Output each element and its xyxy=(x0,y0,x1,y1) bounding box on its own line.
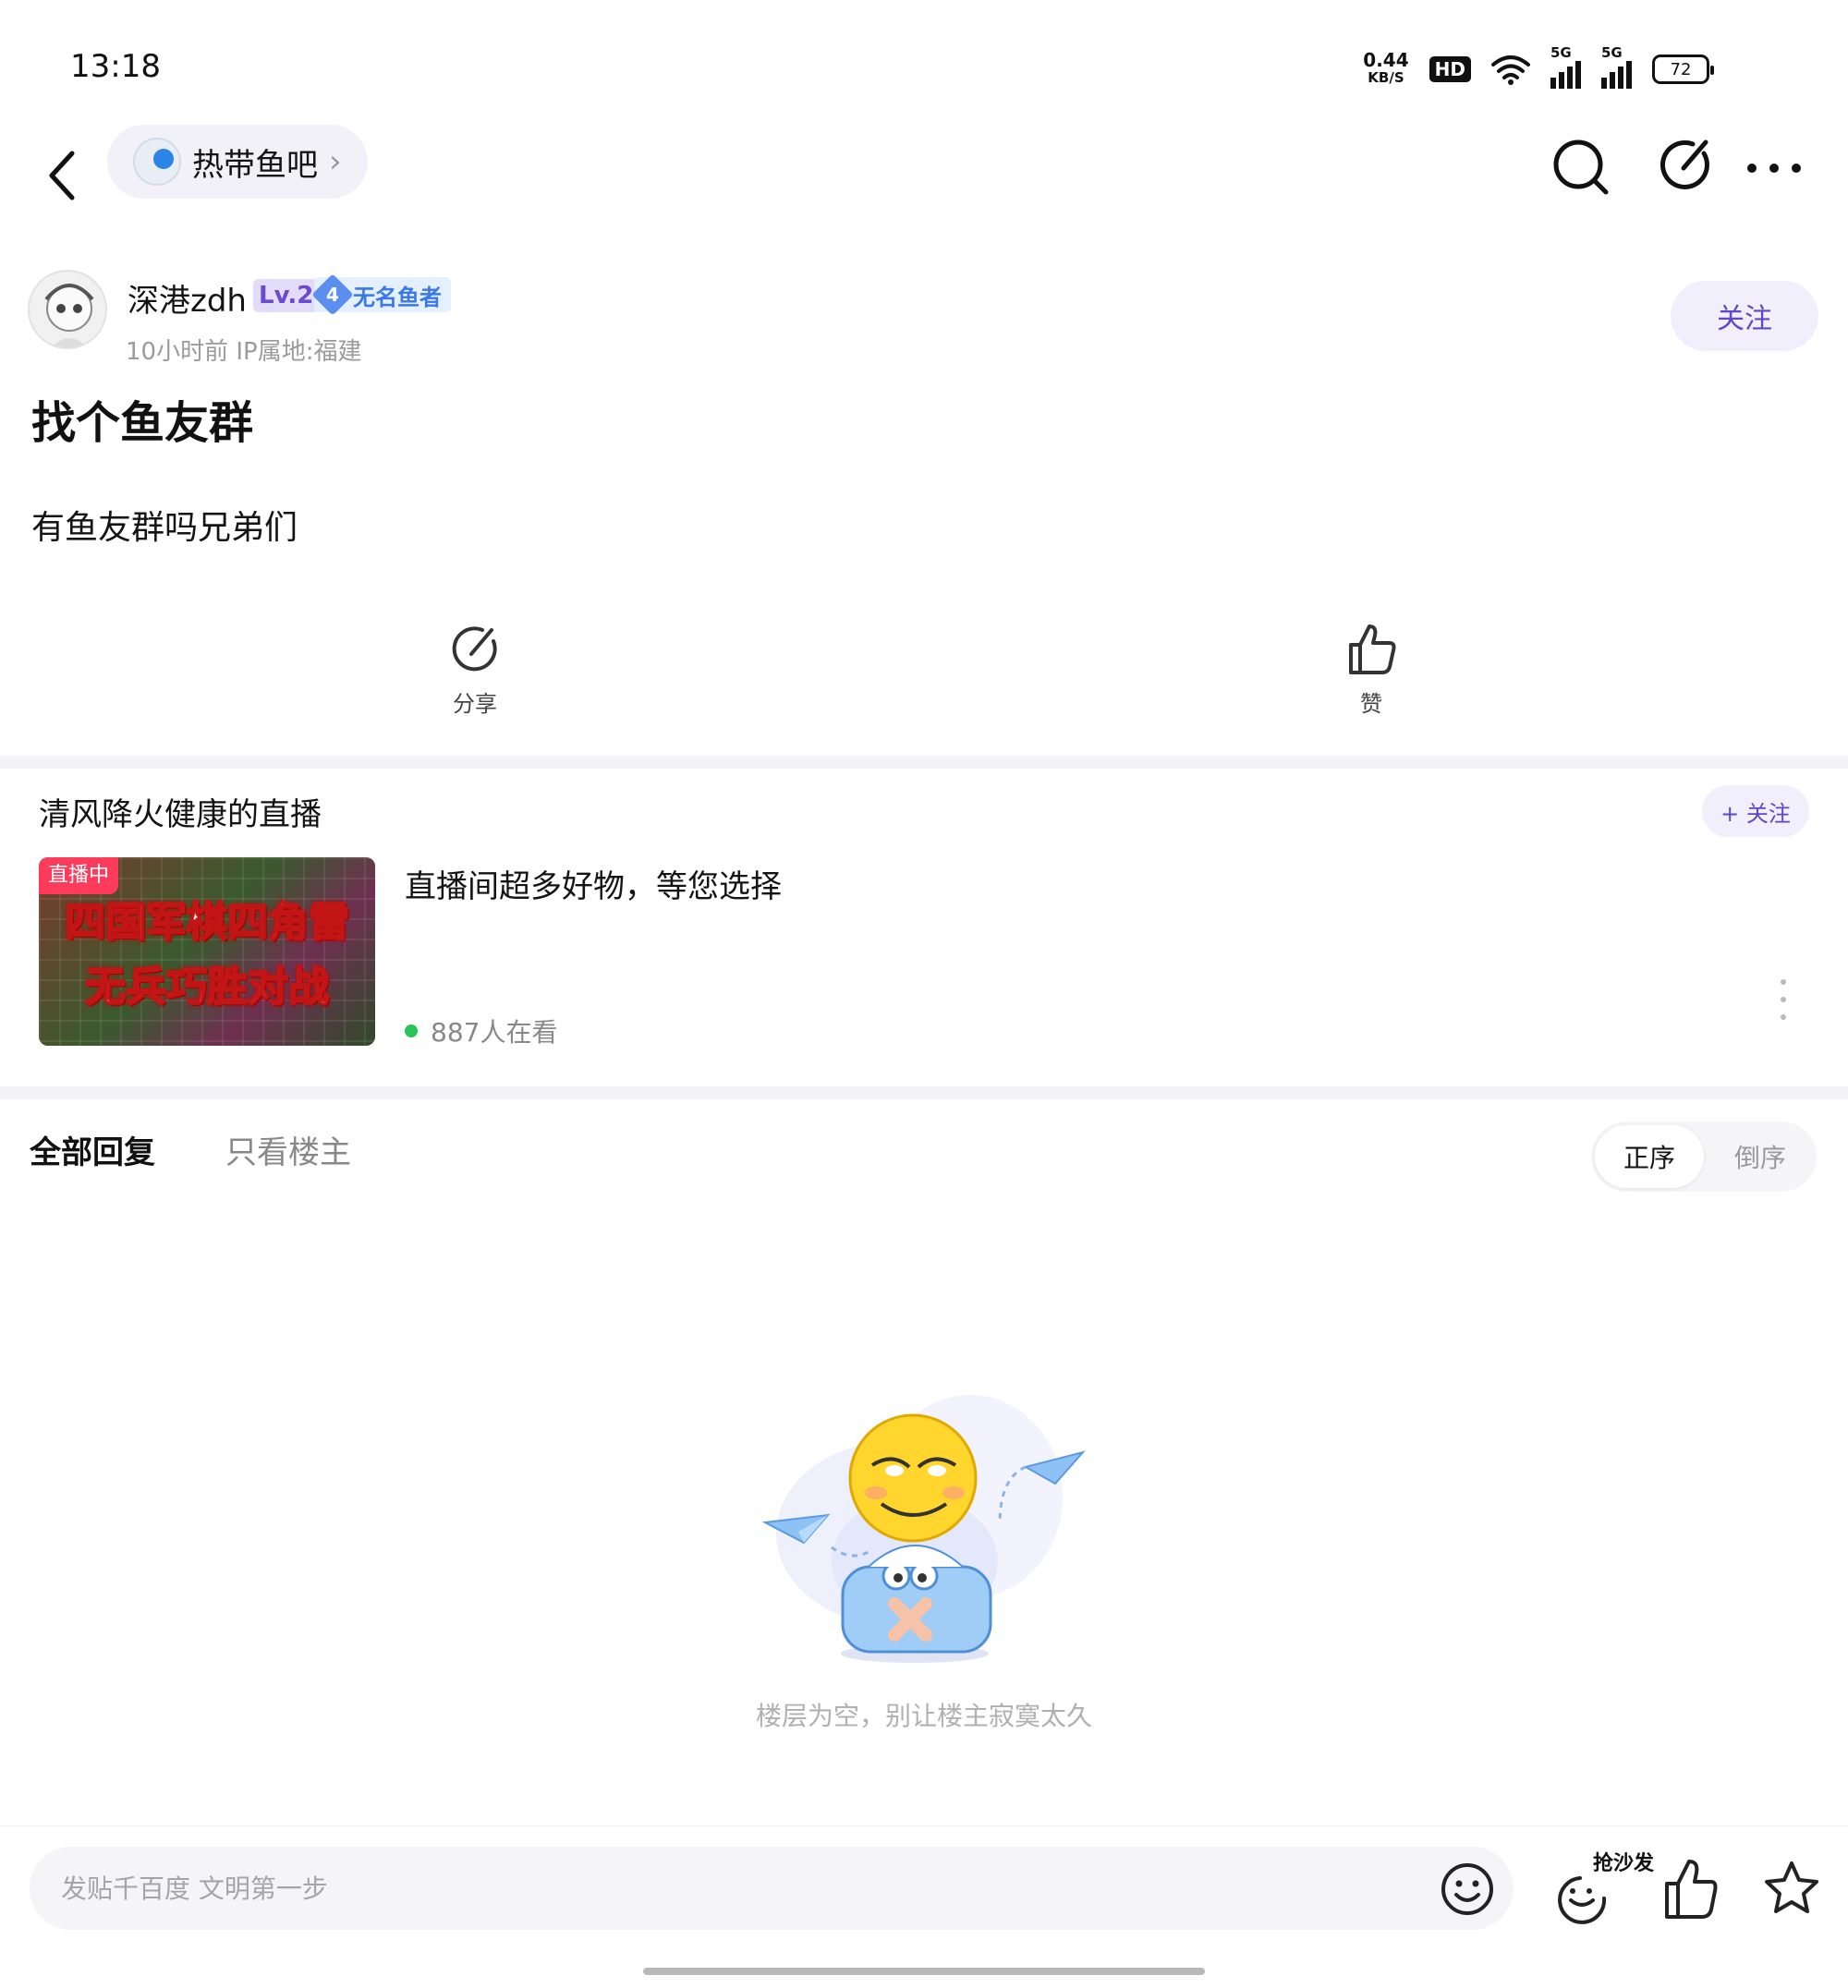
nav-bar: 热带鱼吧 › xyxy=(0,120,1848,231)
level-badge: Lv.2 xyxy=(253,279,320,312)
title-badge-text: 无名鱼者 xyxy=(353,284,442,310)
net-speed-value: 0.44 xyxy=(1363,49,1409,71)
live-status-badge: 直播中 xyxy=(39,857,119,894)
status-time: 13:18 xyxy=(70,48,161,85)
more-icon[interactable] xyxy=(1737,129,1811,203)
empty-state-illustration xyxy=(761,1395,1086,1663)
live-dot-icon xyxy=(405,1024,418,1037)
reply-sofa-button[interactable]: 抢沙发 xyxy=(1552,1852,1663,1935)
live-thumbnail[interactable]: 四国军棋四角雷 无兵巧胜对战 直播中 xyxy=(39,857,375,1046)
like-post-button[interactable]: 赞 xyxy=(1297,621,1445,718)
bottom-bar: 抢沙发 xyxy=(0,1825,1848,1988)
live-more-icon[interactable] xyxy=(1774,979,1793,1020)
title-badge-number: 4 xyxy=(326,283,339,306)
status-icons: 0.44 KB/S HD 5G 5G 72 xyxy=(1363,44,1714,89)
sofa-label: 抢沙发 xyxy=(1593,1852,1655,1875)
signal-icon-1: 5G xyxy=(1550,44,1581,89)
signal-label-2: 5G xyxy=(1601,44,1623,61)
edit-icon[interactable] xyxy=(1656,129,1720,203)
live-follow-button[interactable]: + 关注 xyxy=(1702,785,1809,837)
forum-name: 热带鱼吧 xyxy=(192,146,318,184)
signal-icon-2: 5G xyxy=(1601,44,1632,89)
share-icon xyxy=(452,626,497,672)
section-divider xyxy=(0,1086,1848,1099)
title-badge: 4 无名鱼者 xyxy=(311,273,451,316)
home-indicator[interactable] xyxy=(643,1968,1205,1975)
tab-all-replies[interactable]: 全部回复 xyxy=(30,1127,155,1172)
back-icon[interactable] xyxy=(37,139,92,212)
status-bar: 13:18 0.44 KB/S HD 5G 5G 72 xyxy=(0,0,1848,120)
avatar[interactable] xyxy=(28,270,107,349)
live-viewers-count: 887人在看 xyxy=(431,1017,558,1048)
empty-state-text: 楼层为空，别让楼主寂寞太久 xyxy=(755,1701,1092,1731)
search-icon[interactable] xyxy=(1549,129,1613,203)
emoji-icon[interactable] xyxy=(1438,1860,1497,1919)
sort-desc-button[interactable]: 倒序 xyxy=(1708,1125,1813,1188)
live-title[interactable]: 直播间超多好物，等您选择 xyxy=(405,861,782,906)
like-icon[interactable] xyxy=(1660,1856,1720,1922)
avatar-image xyxy=(44,284,94,347)
net-speed: 0.44 KB/S xyxy=(1363,49,1409,87)
thumbs-up-icon xyxy=(1349,624,1396,674)
battery-icon: 72 xyxy=(1652,55,1714,84)
live-section-title: 清风降火健康的直播 xyxy=(39,796,322,833)
share-label: 分享 xyxy=(453,691,497,717)
tab-op-only[interactable]: 只看楼主 xyxy=(225,1127,351,1172)
wifi-icon xyxy=(1491,55,1530,85)
share-button[interactable]: 分享 xyxy=(401,621,549,718)
title-badge-icon: 4 xyxy=(311,273,354,316)
sort-asc-button[interactable]: 正序 xyxy=(1595,1125,1704,1188)
live-thumb-line1: 四国军棋四角雷 xyxy=(64,898,350,947)
author-name[interactable]: 深港zdh xyxy=(128,275,247,321)
post-title: 找个鱼友群 xyxy=(31,397,254,449)
signal-label-1: 5G xyxy=(1550,44,1572,61)
forum-logo xyxy=(133,138,181,186)
live-thumb-line2: 无兵巧胜对战 xyxy=(84,963,330,1012)
like-label: 赞 xyxy=(1360,691,1382,717)
forum-chip[interactable]: 热带鱼吧 › xyxy=(107,125,368,199)
chevron-right-icon: › xyxy=(329,143,342,180)
hd-icon: HD xyxy=(1429,56,1471,82)
section-divider xyxy=(0,756,1848,769)
comment-icon xyxy=(1558,1876,1607,1924)
star-icon[interactable] xyxy=(1761,1858,1822,1919)
sort-toggle: 正序 倒序 xyxy=(1591,1121,1817,1192)
live-viewers: 887人在看 xyxy=(405,1012,557,1049)
net-speed-unit: KB/S xyxy=(1368,69,1404,86)
comment-input[interactable] xyxy=(30,1847,1514,1930)
post-body: 有鱼友群吗兄弟们 xyxy=(31,509,298,547)
follow-button[interactable]: 关注 xyxy=(1671,281,1818,351)
post-meta: 10小时前 IP属地:福建 xyxy=(126,338,362,366)
battery-level: 72 xyxy=(1670,59,1692,79)
